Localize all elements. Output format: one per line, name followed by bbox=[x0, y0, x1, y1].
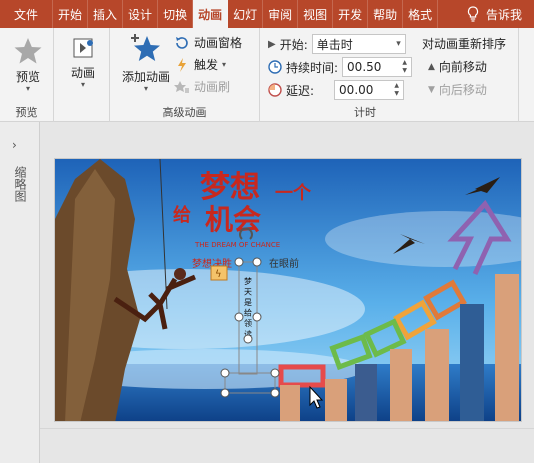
tab-review[interactable]: 审阅 bbox=[263, 0, 299, 28]
animation-painter-icon bbox=[174, 80, 189, 93]
move-earlier-icon: ▲ bbox=[428, 61, 435, 72]
workspace: › 缩略图 给 梦想 一个 机会 THE DREAM OF CHANCE 梦想决… bbox=[0, 122, 534, 463]
tab-insert[interactable]: 插入 bbox=[88, 0, 124, 28]
move-earlier-label: 向前移动 bbox=[438, 60, 487, 74]
preview-dropdown-icon: ▾ bbox=[25, 84, 30, 93]
tagline-right: 在眼前 bbox=[269, 257, 299, 270]
tab-developer[interactable]: 开发 bbox=[333, 0, 369, 28]
tab-view[interactable]: 视图 bbox=[298, 0, 334, 28]
preview-group-label: 预览 bbox=[15, 106, 38, 119]
animation-styles-dropdown-icon: ▾ bbox=[80, 80, 85, 89]
start-label: 开始: bbox=[279, 37, 308, 52]
lightning-icon bbox=[178, 57, 186, 72]
ribbon-overflow-area bbox=[518, 28, 534, 122]
tab-design[interactable]: 设计 bbox=[123, 0, 159, 28]
preview-button[interactable]: 预览 ▾ bbox=[8, 36, 48, 93]
lightbulb-icon bbox=[467, 6, 479, 22]
animation-trigger-marker[interactable]: ϟ bbox=[210, 265, 228, 281]
thumbnail-pane: › 缩略图 bbox=[0, 122, 40, 463]
animation-pane-icon bbox=[176, 36, 188, 49]
add-animation-dropdown-icon: ▾ bbox=[143, 84, 148, 93]
tell-me-label: 告诉我 bbox=[485, 7, 522, 22]
start-select-value: 单击时 bbox=[316, 37, 353, 52]
duration-spinner-icon[interactable]: ▲ ▼ bbox=[402, 59, 407, 75]
timing-group: ▶ 开始: 单击时 ▾ 持续时间: 00.50 ▲ ▼ 延迟: 00.00 ▲ … bbox=[260, 28, 510, 122]
tab-format[interactable]: 格式 bbox=[403, 0, 439, 28]
delay-value: 00.00 bbox=[339, 83, 374, 97]
animation-effect-icon bbox=[73, 38, 93, 58]
resize-handle[interactable] bbox=[252, 312, 262, 322]
animation-styles-label: 动画 bbox=[70, 66, 95, 80]
resize-handle[interactable] bbox=[220, 368, 230, 378]
animation-group: 动画 ▾ bbox=[54, 28, 110, 122]
tab-home[interactable]: 开始 bbox=[53, 0, 89, 28]
vertical-text: 梦 天 是 给 领 读 bbox=[244, 277, 253, 339]
animation-styles-button[interactable]: 动画 ▾ bbox=[64, 34, 102, 89]
resize-handle[interactable] bbox=[234, 312, 244, 322]
start-select[interactable]: 单击时 ▾ bbox=[311, 34, 406, 54]
tab-file[interactable]: 文件 bbox=[0, 0, 54, 28]
resize-handle[interactable] bbox=[234, 257, 244, 267]
start-dropdown-icon: ▾ bbox=[396, 39, 401, 49]
duration-input[interactable]: 00.50 ▲ ▼ bbox=[342, 57, 413, 77]
trigger-button[interactable]: 触发 ▾ bbox=[174, 56, 226, 73]
resize-handle[interactable] bbox=[270, 388, 280, 398]
tab-help[interactable]: 帮助 bbox=[368, 0, 404, 28]
delay-label: 延迟: bbox=[286, 83, 315, 98]
advanced-animation-group-label: 高级动画 bbox=[162, 106, 207, 119]
reorder-title: 对动画重新排序 bbox=[422, 35, 506, 52]
resize-handle[interactable] bbox=[243, 334, 253, 344]
trigger-lightning-icon: ϟ bbox=[215, 269, 222, 280]
animation-pane-label: 动画窗格 bbox=[194, 36, 243, 50]
tab-slideshow[interactable]: 幻灯 bbox=[228, 0, 264, 28]
start-row: ▶ 开始: 单击时 ▾ bbox=[268, 34, 406, 54]
ribbon: 预览 ▾ 预览 动画 ▾ 添加动画 ▾ 动画窗格 触发 ▾ 动画刷 高级动画 ▶… bbox=[0, 28, 534, 122]
notes-divider bbox=[40, 428, 534, 463]
tell-me-box[interactable]: 告诉我 bbox=[460, 0, 534, 28]
preview-button-label: 预览 bbox=[15, 70, 40, 84]
title-pre-text: 给 bbox=[173, 204, 191, 226]
delay-clock-icon bbox=[268, 83, 282, 97]
reorder-title-label: 对动画重新排序 bbox=[422, 37, 507, 51]
duration-label: 持续时间: bbox=[286, 60, 339, 75]
thumbnail-pane-label: 缩略图 bbox=[13, 166, 27, 202]
title-main-text: 梦想 bbox=[200, 170, 260, 205]
add-animation-button[interactable]: 添加动画 ▾ bbox=[116, 34, 176, 93]
slide-canvas[interactable]: 给 梦想 一个 机会 THE DREAM OF CHANCE 梦想决胜 在眼前 … bbox=[54, 158, 522, 422]
resize-handle[interactable] bbox=[252, 257, 262, 267]
resize-handle[interactable] bbox=[220, 388, 230, 398]
duration-value: 00.50 bbox=[347, 60, 382, 74]
trigger-label: 触发 bbox=[194, 58, 219, 72]
animation-pane-button[interactable]: 动画窗格 bbox=[174, 34, 242, 51]
move-later-icon: ▼ bbox=[428, 84, 435, 95]
advanced-animation-group: 添加动画 ▾ 动画窗格 触发 ▾ 动画刷 高级动画 bbox=[110, 28, 260, 122]
subtitle-en: THE DREAM OF CHANCE bbox=[194, 241, 280, 249]
tab-transitions[interactable]: 切换 bbox=[158, 0, 194, 28]
expand-pane-icon[interactable]: › bbox=[12, 138, 17, 152]
slide-artwork: 给 梦想 一个 机会 THE DREAM OF CHANCE 梦想决胜 在眼前 … bbox=[55, 159, 521, 421]
preview-star-icon bbox=[14, 38, 42, 64]
timing-group-label: 计时 bbox=[354, 106, 376, 119]
add-animation-label: 添加动画 bbox=[121, 70, 170, 84]
title-yi-text: 一个 bbox=[275, 182, 312, 204]
tab-animations[interactable]: 动画 bbox=[193, 0, 229, 28]
title-chance-text: 机会 bbox=[205, 203, 261, 236]
resize-handle[interactable] bbox=[270, 368, 280, 378]
move-later-button[interactable]: ▼ 向后移动 bbox=[428, 81, 487, 98]
move-earlier-button[interactable]: ▲ 向前移动 bbox=[428, 58, 487, 75]
clock-icon bbox=[268, 60, 282, 74]
play-icon: ▶ bbox=[268, 38, 276, 50]
ribbon-tab-bar: 文件 开始 插入 设计 切换 动画 幻灯 审阅 视图 开发 帮助 格式 告诉我 bbox=[0, 0, 534, 28]
preview-group: 预览 ▾ 预览 bbox=[0, 28, 54, 122]
delay-spinner-icon[interactable]: ▲ ▼ bbox=[394, 82, 399, 98]
animation-painter-button[interactable]: 动画刷 bbox=[174, 78, 230, 95]
move-later-label: 向后移动 bbox=[438, 83, 487, 97]
trigger-dropdown-icon: ▾ bbox=[222, 59, 227, 69]
delay-row: 延迟: 00.00 ▲ ▼ bbox=[268, 80, 405, 100]
add-animation-star-icon bbox=[131, 34, 160, 61]
animation-painter-label: 动画刷 bbox=[194, 80, 231, 94]
duration-row: 持续时间: 00.50 ▲ ▼ bbox=[268, 57, 413, 77]
delay-input[interactable]: 00.00 ▲ ▼ bbox=[334, 80, 405, 100]
